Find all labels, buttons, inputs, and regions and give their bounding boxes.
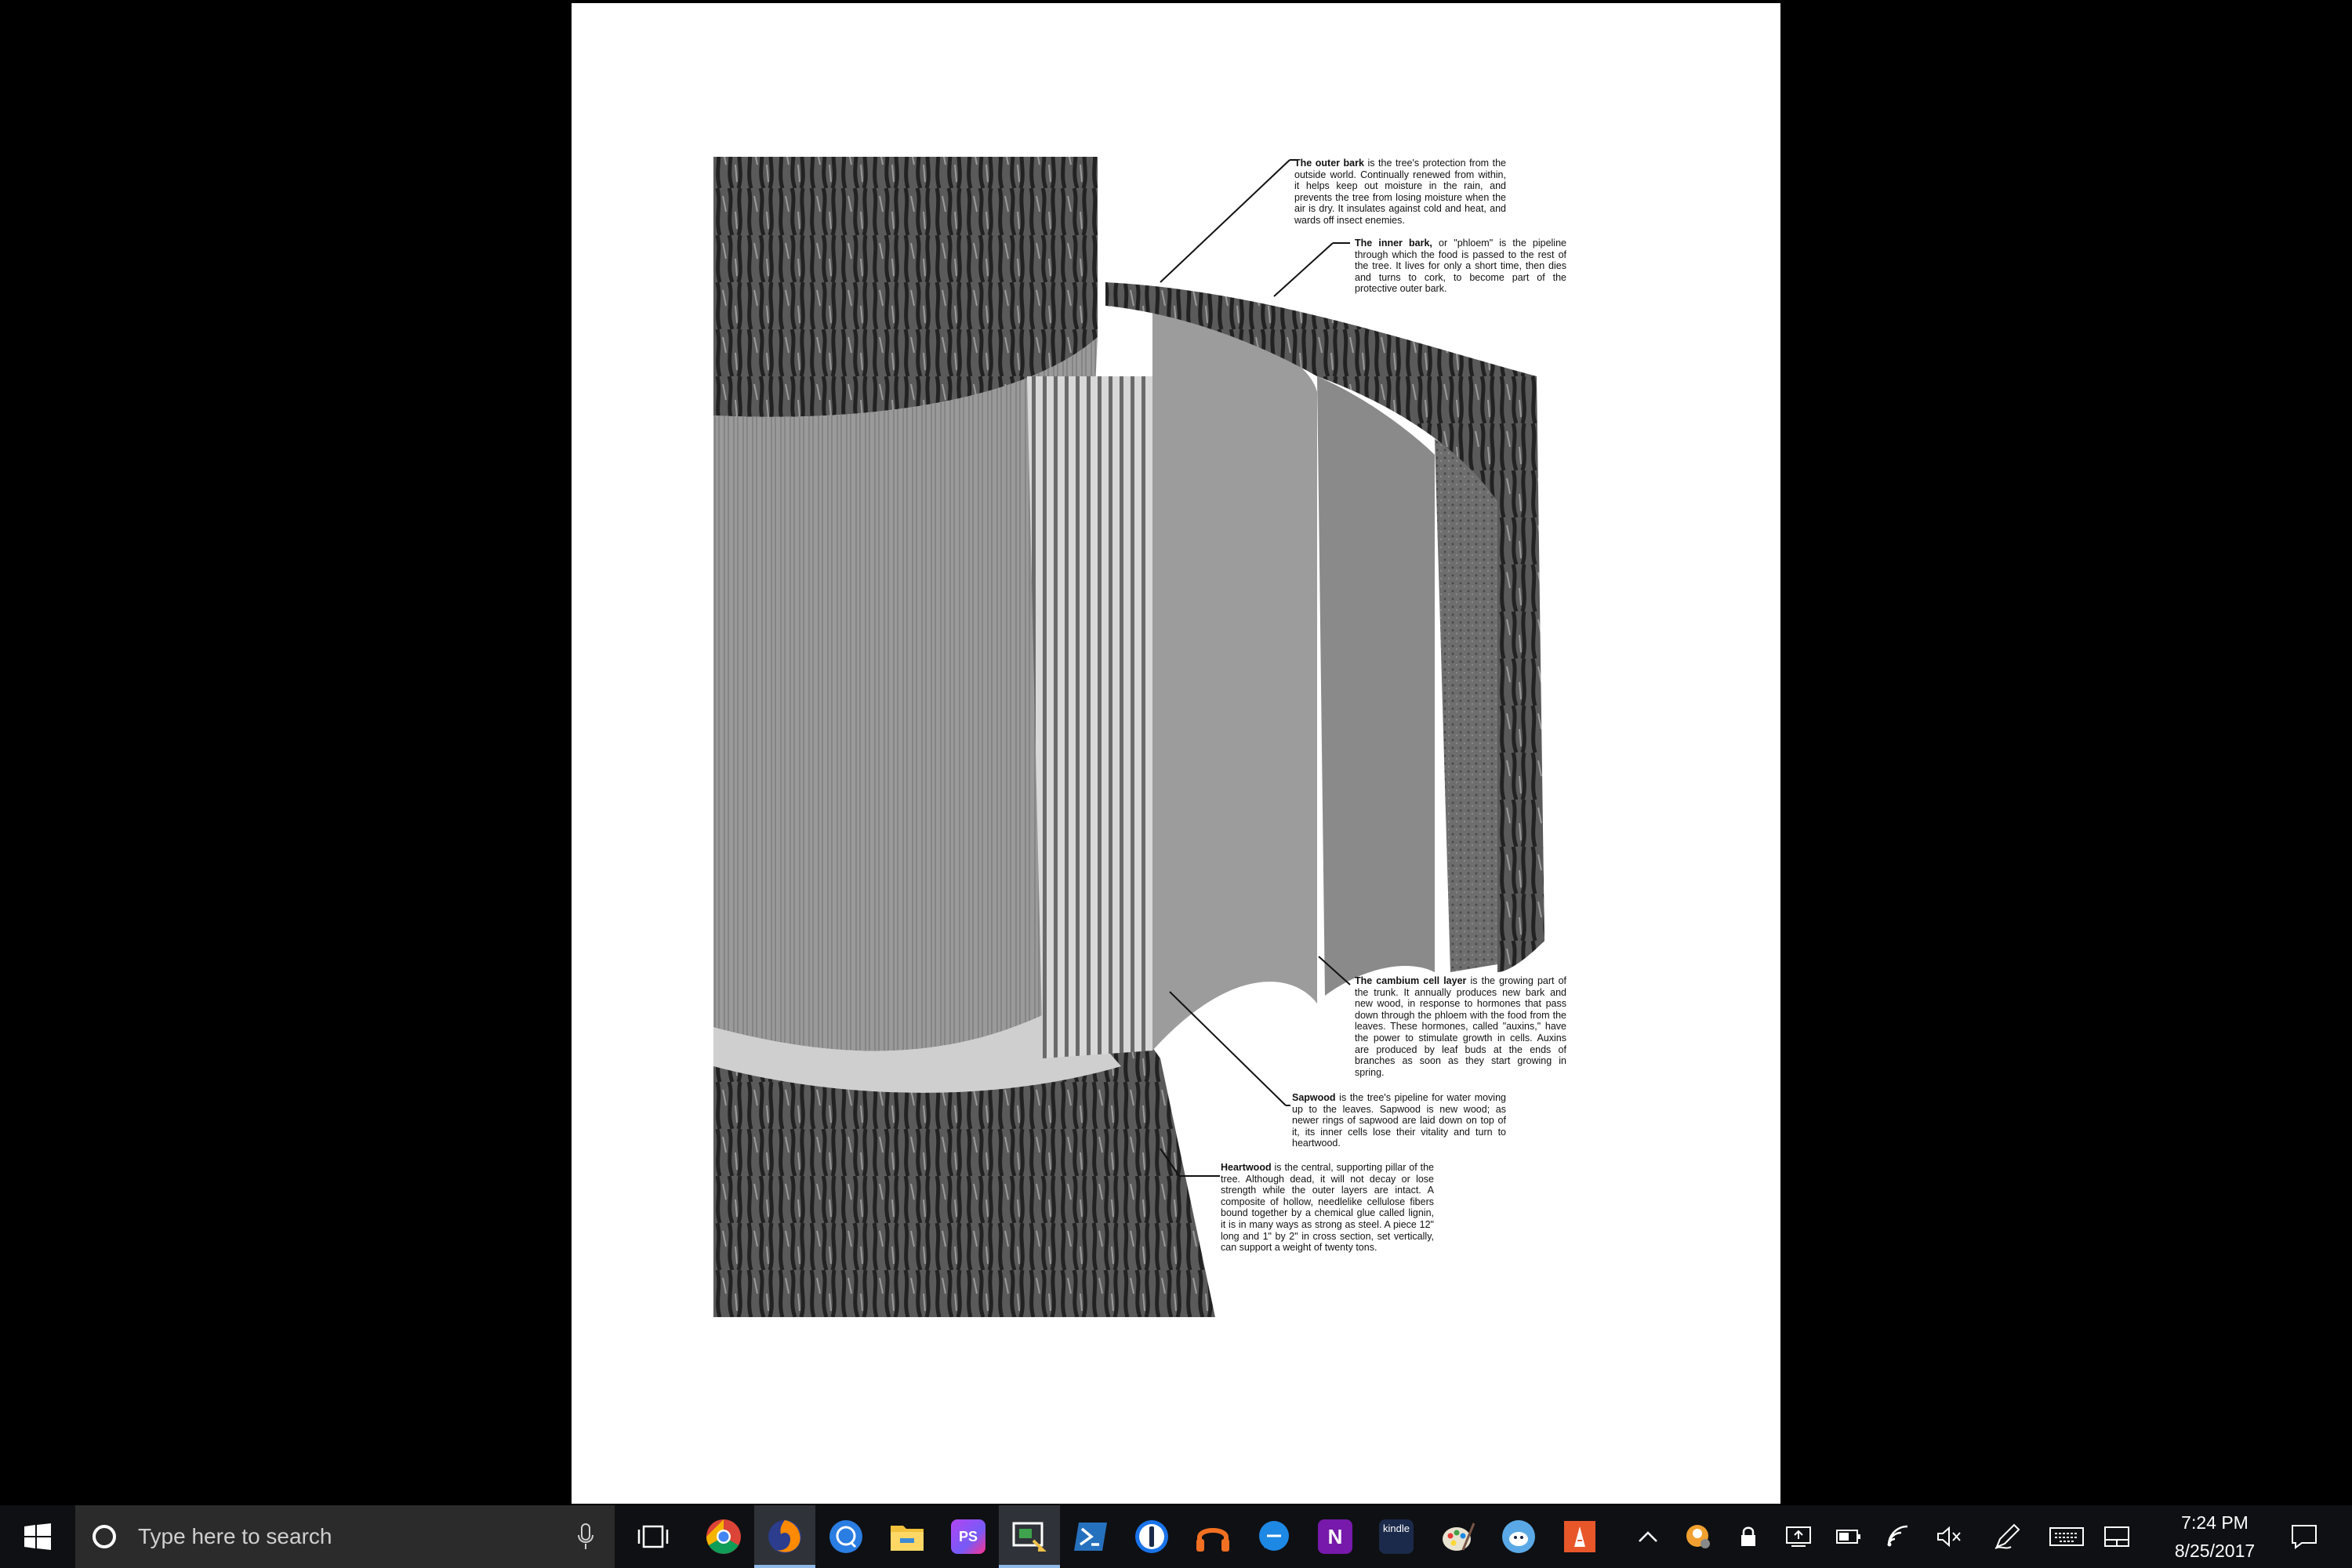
battery-button[interactable] bbox=[1824, 1505, 1874, 1568]
onenote-icon: N bbox=[1318, 1519, 1352, 1554]
wifi-icon bbox=[1887, 1525, 1908, 1547]
action-center-button[interactable] bbox=[2277, 1505, 2332, 1568]
touch-keyboard-button[interactable] bbox=[2042, 1505, 2092, 1568]
touchpad-button[interactable] bbox=[2092, 1505, 2142, 1568]
clock[interactable]: 7:24 PM 8/25/2017 bbox=[2140, 1505, 2289, 1568]
bird-app-button[interactable] bbox=[1488, 1505, 1549, 1568]
kindle-app-button[interactable]: kindle bbox=[1366, 1505, 1427, 1568]
password-manager-icon bbox=[1135, 1520, 1168, 1553]
projector-button[interactable] bbox=[1773, 1505, 1824, 1568]
cambium-caption: The cambium cell layer is the growing pa… bbox=[1355, 975, 1567, 1078]
battery-icon bbox=[1836, 1530, 1860, 1544]
remote-desktop-icon bbox=[1012, 1522, 1047, 1552]
clock-time: 7:24 PM bbox=[2181, 1512, 2249, 1533]
paint-icon bbox=[1443, 1523, 1475, 1551]
clock-date: 8/25/2017 bbox=[2174, 1541, 2256, 1561]
firefox-icon bbox=[768, 1520, 801, 1553]
password-manager-app-button[interactable] bbox=[1121, 1505, 1182, 1568]
tray-app-icon bbox=[1686, 1525, 1710, 1548]
onenote-app-button[interactable]: N bbox=[1305, 1505, 1366, 1568]
touchpad-icon bbox=[2104, 1526, 2129, 1547]
start-button[interactable] bbox=[0, 1505, 75, 1568]
remote-desktop-app-button[interactable] bbox=[999, 1505, 1060, 1568]
lock-button[interactable] bbox=[1723, 1505, 1773, 1568]
sapwood-caption: Sapwood is the tree's pipeline for water… bbox=[1292, 1092, 1506, 1149]
powershell-icon bbox=[1074, 1523, 1107, 1551]
search-placeholder: Type here to search bbox=[138, 1524, 332, 1548]
messaging-app-button[interactable] bbox=[1243, 1505, 1305, 1568]
bird-app-icon bbox=[1502, 1520, 1535, 1553]
chrome-app-button[interactable] bbox=[693, 1505, 754, 1568]
volume-muted-icon bbox=[1937, 1526, 1961, 1548]
heartwood-caption: Heartwood is the central, supporting pil… bbox=[1221, 1162, 1434, 1254]
projector-icon bbox=[1786, 1526, 1811, 1547]
task-view-button[interactable] bbox=[622, 1505, 684, 1568]
outer-bark-caption: The outer bark is the tree's protection … bbox=[1294, 158, 1506, 226]
file-explorer-app-button[interactable] bbox=[877, 1505, 938, 1568]
file-explorer-icon bbox=[891, 1526, 924, 1551]
headset-app-icon bbox=[1196, 1528, 1229, 1552]
kindle-icon: kindle bbox=[1379, 1519, 1414, 1554]
document-app-icon bbox=[1564, 1521, 1595, 1552]
tree-cross-section-illustration bbox=[713, 157, 1544, 1317]
chrome-icon bbox=[706, 1519, 741, 1554]
chat-app-icon bbox=[829, 1520, 862, 1553]
windows-logo-icon bbox=[24, 1523, 51, 1550]
network-button[interactable] bbox=[1874, 1505, 1924, 1568]
phpstorm-icon: PS bbox=[951, 1519, 985, 1554]
cortana-icon bbox=[93, 1525, 116, 1548]
search-box[interactable]: Type here to search bbox=[75, 1505, 615, 1568]
chat-app-button[interactable] bbox=[815, 1505, 877, 1568]
microphone-icon[interactable] bbox=[577, 1523, 594, 1550]
keyboard-icon bbox=[2049, 1527, 2084, 1546]
inner-bark-caption: The inner bark, or "phloem" is the pipel… bbox=[1355, 238, 1566, 295]
volume-button[interactable] bbox=[1924, 1505, 1974, 1568]
document-app-button[interactable] bbox=[1549, 1505, 1610, 1568]
task-view-icon bbox=[637, 1525, 669, 1548]
chevron-up-icon bbox=[1639, 1531, 1657, 1542]
pen-workspace-button[interactable] bbox=[1982, 1505, 2032, 1568]
pen-icon bbox=[1994, 1523, 2020, 1549]
notification-icon bbox=[2292, 1525, 2317, 1549]
lock-icon bbox=[1741, 1526, 1755, 1546]
phpstorm-app-button[interactable]: PS bbox=[938, 1505, 999, 1568]
firefox-app-button[interactable] bbox=[754, 1505, 815, 1568]
tray-app-button[interactable] bbox=[1673, 1505, 1723, 1568]
show-hidden-icons-button[interactable] bbox=[1623, 1505, 1673, 1568]
headset-app-button[interactable] bbox=[1182, 1505, 1243, 1568]
messaging-icon bbox=[1259, 1521, 1289, 1551]
paint-app-button[interactable] bbox=[1427, 1505, 1488, 1568]
taskbar: Type here to search PS N kindle 7:24 PM … bbox=[0, 1505, 2352, 1568]
powershell-app-button[interactable] bbox=[1060, 1505, 1121, 1568]
